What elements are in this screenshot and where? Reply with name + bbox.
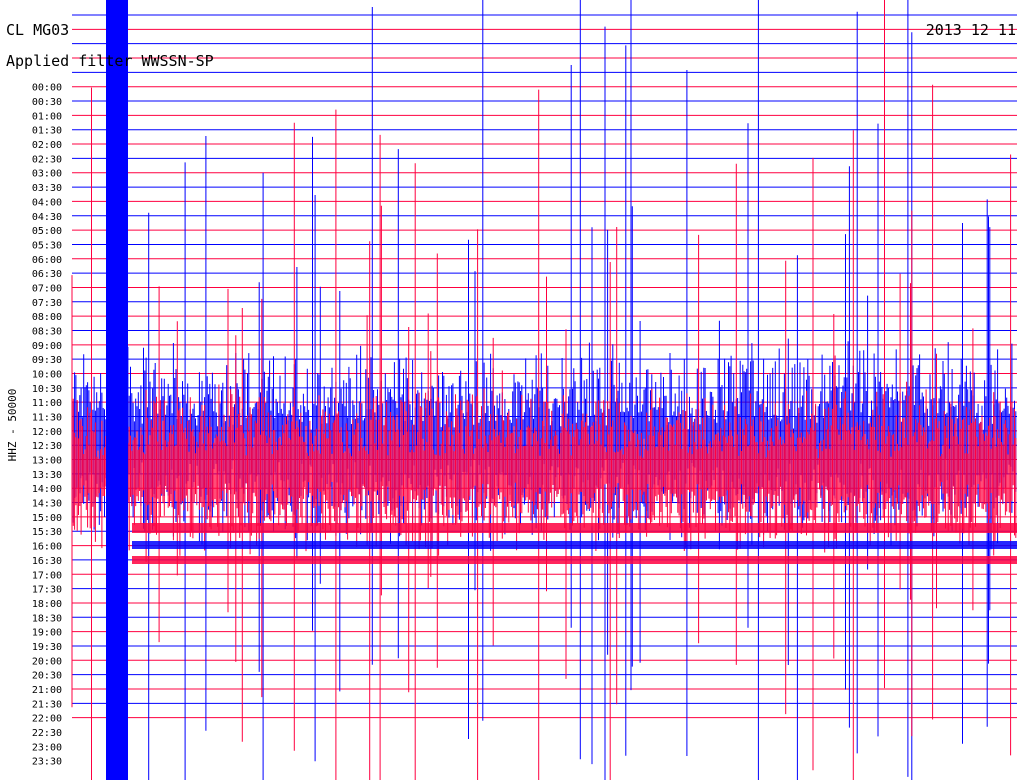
row-time-label: 11:00 bbox=[32, 398, 62, 409]
row-time-label: 07:00 bbox=[32, 283, 62, 294]
row-time-label: 07:30 bbox=[32, 298, 62, 309]
row-time-label: 00:30 bbox=[32, 97, 62, 108]
row-time-label: 19:00 bbox=[32, 628, 62, 639]
row-time-label: 06:30 bbox=[32, 269, 62, 280]
row-time-label: 15:30 bbox=[32, 527, 62, 538]
trace-band bbox=[132, 523, 1017, 533]
row-time-label: 08:00 bbox=[32, 312, 62, 323]
row-time-label: 23:30 bbox=[32, 757, 62, 768]
row-time-label: 12:00 bbox=[32, 427, 62, 438]
row-time-label: 18:00 bbox=[32, 599, 62, 610]
station-title: CL MG03 bbox=[6, 21, 69, 39]
row-time-label: 21:30 bbox=[32, 699, 62, 710]
row-time-label: 11:30 bbox=[32, 413, 62, 424]
row-time-label: 21:00 bbox=[32, 685, 62, 696]
row-time-label: 05:00 bbox=[32, 226, 62, 237]
row-time-label: 12:30 bbox=[32, 441, 62, 452]
row-time-label: 15:00 bbox=[32, 513, 62, 524]
trace-series bbox=[71, 0, 1017, 780]
row-time-label: 00:00 bbox=[32, 83, 62, 94]
row-time-label: 05:30 bbox=[32, 240, 62, 251]
row-time-label: 02:30 bbox=[32, 154, 62, 165]
row-time-label: 04:00 bbox=[32, 197, 62, 208]
row-time-label: 10:00 bbox=[32, 370, 62, 381]
row-time-label: 14:00 bbox=[32, 484, 62, 495]
row-time-label: 18:30 bbox=[32, 613, 62, 624]
row-time-labels: 00:00 00:30 01:00 01:30 02:00 02:30 03:00 03:30… bbox=[32, 83, 62, 768]
row-time-label: 06:00 bbox=[32, 255, 62, 266]
filter-subtitle: Applied filter WWSSN-SP bbox=[6, 52, 214, 70]
row-time-label: 03:30 bbox=[32, 183, 62, 194]
row-time-label: 22:30 bbox=[32, 728, 62, 739]
row-time-label: 01:30 bbox=[32, 126, 62, 137]
seismic-traces bbox=[71, 0, 1017, 780]
row-time-label: 16:30 bbox=[32, 556, 62, 567]
helicorder-plot: 00:00 00:30 01:00 01:30 02:00 02:30 03:00 03:30… bbox=[6, 0, 1017, 780]
row-time-label: 10:30 bbox=[32, 384, 62, 395]
row-time-label: 16:00 bbox=[32, 542, 62, 553]
row-time-label: 04:30 bbox=[32, 212, 62, 223]
row-time-label: 09:00 bbox=[32, 341, 62, 352]
row-time-label: 17:30 bbox=[32, 585, 62, 596]
row-time-label: 08:30 bbox=[32, 326, 62, 337]
row-time-label: 02:00 bbox=[32, 140, 62, 151]
row-time-label: 17:00 bbox=[32, 570, 62, 581]
trace-band bbox=[132, 541, 1017, 549]
row-time-label: 22:00 bbox=[32, 714, 62, 725]
channel-axis-label: HHZ - 50000 bbox=[6, 389, 19, 462]
row-lines bbox=[72, 14, 1017, 719]
row-time-label: 14:30 bbox=[32, 499, 62, 510]
row-time-label: 13:30 bbox=[32, 470, 62, 481]
row-time-label: 23:00 bbox=[32, 742, 62, 753]
row-time-label: 13:00 bbox=[32, 456, 62, 467]
saturated-trace-column bbox=[106, 0, 128, 780]
row-time-label: 01:00 bbox=[32, 111, 62, 122]
row-time-label: 09:30 bbox=[32, 355, 62, 366]
trace-band bbox=[132, 556, 1017, 564]
row-time-label: 19:30 bbox=[32, 642, 62, 653]
row-time-label: 20:00 bbox=[32, 656, 62, 667]
date-label: 2013 12 11 bbox=[926, 21, 1016, 39]
row-time-label: 03:00 bbox=[32, 169, 62, 180]
row-time-label: 20:30 bbox=[32, 671, 62, 682]
